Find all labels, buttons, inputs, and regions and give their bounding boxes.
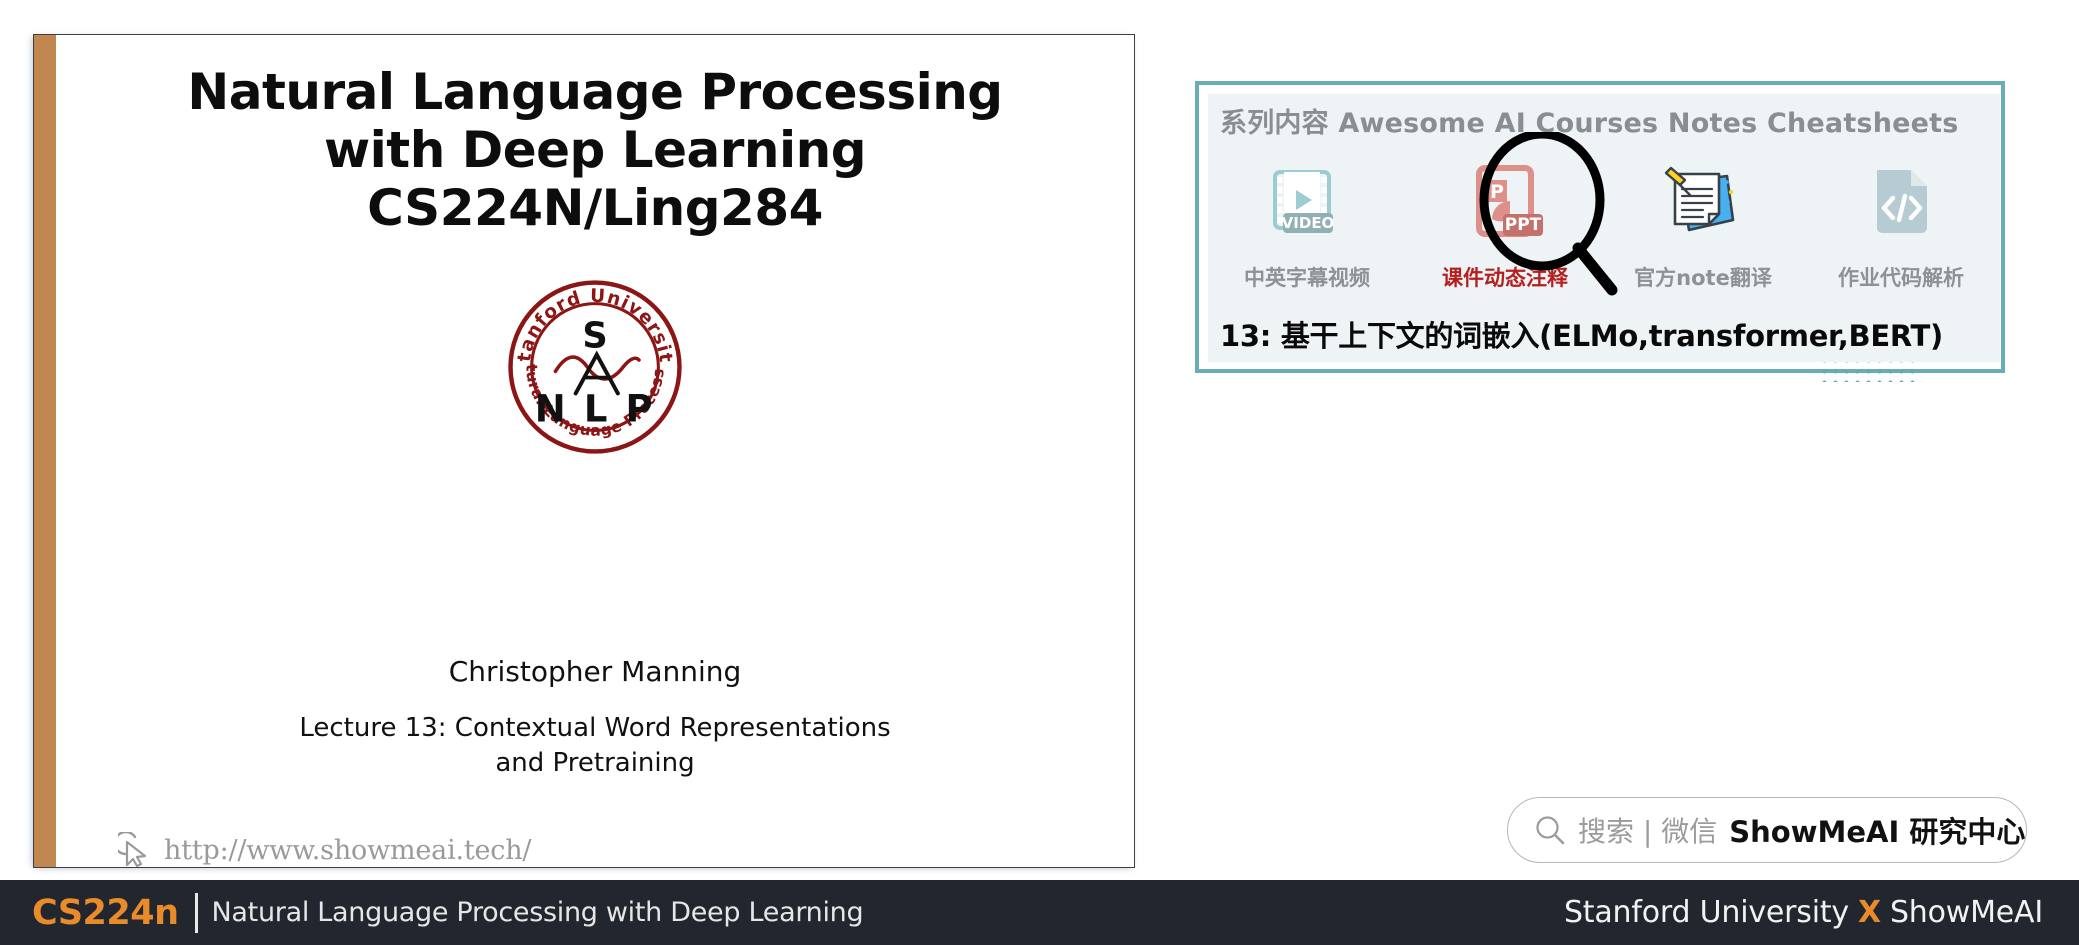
ppt-letter-p: P (1490, 181, 1504, 203)
svg-text:S: S (582, 316, 607, 357)
footer-partner: ShowMeAI (1889, 895, 2043, 930)
promo-label-note: 官方note翻译 (1634, 266, 1772, 290)
promo-item-ppt[interactable]: P PPT 课件动态注释 (1406, 152, 1604, 292)
footer-x-separator: X (1858, 895, 1881, 930)
slide-lecture-line-2: and Pretraining (495, 747, 695, 778)
wechat-search-pill[interactable]: 搜索 | 微信 ShowMeAI 研究中心 (1507, 797, 2027, 863)
footer-university: Stanford University (1563, 895, 1849, 930)
code-file-icon (1877, 170, 1927, 233)
footer-bar: CS224n Natural Language Processing with … (0, 880, 2079, 945)
svg-text:N L P: N L P (535, 388, 656, 431)
footer-right-group: Stanford University X ShowMeAI (1564, 880, 2043, 945)
footer-course-title: Natural Language Processing with Deep Le… (211, 897, 864, 928)
video-badge-text: VIDEO (1282, 214, 1335, 232)
footer-divider (194, 892, 198, 933)
promo-glyph-ppt: P PPT (1459, 152, 1551, 256)
promo-label-ppt: 课件动态注释 (1442, 266, 1568, 290)
search-brand-text: ShowMeAI 研究中心 (1729, 815, 2026, 849)
slide-author: Christopher Manning (448, 655, 742, 688)
slide-title-line-1: Natural Language Processing (187, 63, 1003, 121)
logo-container: Stanford University Natural Language Pro… (56, 279, 1134, 455)
promo-item-video[interactable]: VIDEO 中英字幕视频 (1208, 152, 1406, 292)
promo-item-note[interactable]: 官方note翻译 (1604, 152, 1802, 292)
promo-subtitle: 13: 基干上下文的词嵌入(ELMo,transformer,BERT) (1220, 319, 1943, 353)
slide-url-text[interactable]: http://www.showmeai.tech/ (164, 835, 532, 866)
promo-label-code: 作业代码解析 (1838, 266, 1964, 290)
ppt-file-icon: P PPT (1476, 165, 1543, 237)
slide-title-line-3: CS224N/Ling284 (367, 179, 823, 237)
slide-title: Natural Language Processing with Deep Le… (56, 63, 1134, 237)
cursor-pointer-icon (118, 832, 147, 868)
presentation-slide[interactable]: Natural Language Processing with Deep Le… (33, 34, 1135, 868)
promo-glyph-note (1657, 152, 1749, 256)
slide-lecture-subtitle: Lecture 13: Contextual Word Representati… (56, 711, 1134, 780)
video-film-icon: VIDEO (1273, 170, 1335, 233)
promo-card-inner: 系列内容 Awesome AI Courses Notes Cheatsheet… (1208, 94, 2000, 362)
slide-lecture-line-1: Lecture 13: Contextual Word Representati… (299, 713, 891, 743)
footer-course-code: CS224n (32, 892, 179, 933)
promo-glyph-code (1855, 152, 1947, 256)
promo-heading: 系列内容 Awesome AI Courses Notes Cheatsheet… (1220, 108, 1959, 139)
slide-title-line-2: with Deep Learning (323, 121, 867, 179)
slide-content: Natural Language Processing with Deep Le… (56, 35, 1134, 868)
promo-label-video: 中英字幕视频 (1244, 266, 1370, 290)
slide-accent-bar (34, 35, 56, 867)
promo-item-code[interactable]: 作业代码解析 (1802, 152, 2000, 292)
slide-url-row[interactable]: http://www.showmeai.tech/ (118, 832, 532, 868)
promo-card[interactable]: 系列内容 Awesome AI Courses Notes Cheatsheet… (1195, 81, 2005, 382)
ppt-badge-text: PPT (1505, 215, 1542, 235)
promo-icon-row: VIDEO 中英字幕视频 P PPT 课件动态注释 官方note翻译 作业代码解… (1208, 152, 2000, 292)
search-placeholder-text[interactable]: 搜索 | 微信 (1578, 810, 1717, 850)
stanford-nlp-logo: Stanford University Natural Language Pro… (507, 279, 682, 454)
slide-area: Natural Language Processing with Deep Le… (0, 0, 1160, 880)
right-column: 系列内容 Awesome AI Courses Notes Cheatsheet… (1160, 0, 2079, 880)
promo-glyph-video: VIDEO (1261, 152, 1353, 256)
footer-left-group: CS224n Natural Language Processing with … (32, 880, 864, 945)
search-icon (1536, 816, 1565, 845)
note-pinned-icon (1664, 166, 1735, 232)
